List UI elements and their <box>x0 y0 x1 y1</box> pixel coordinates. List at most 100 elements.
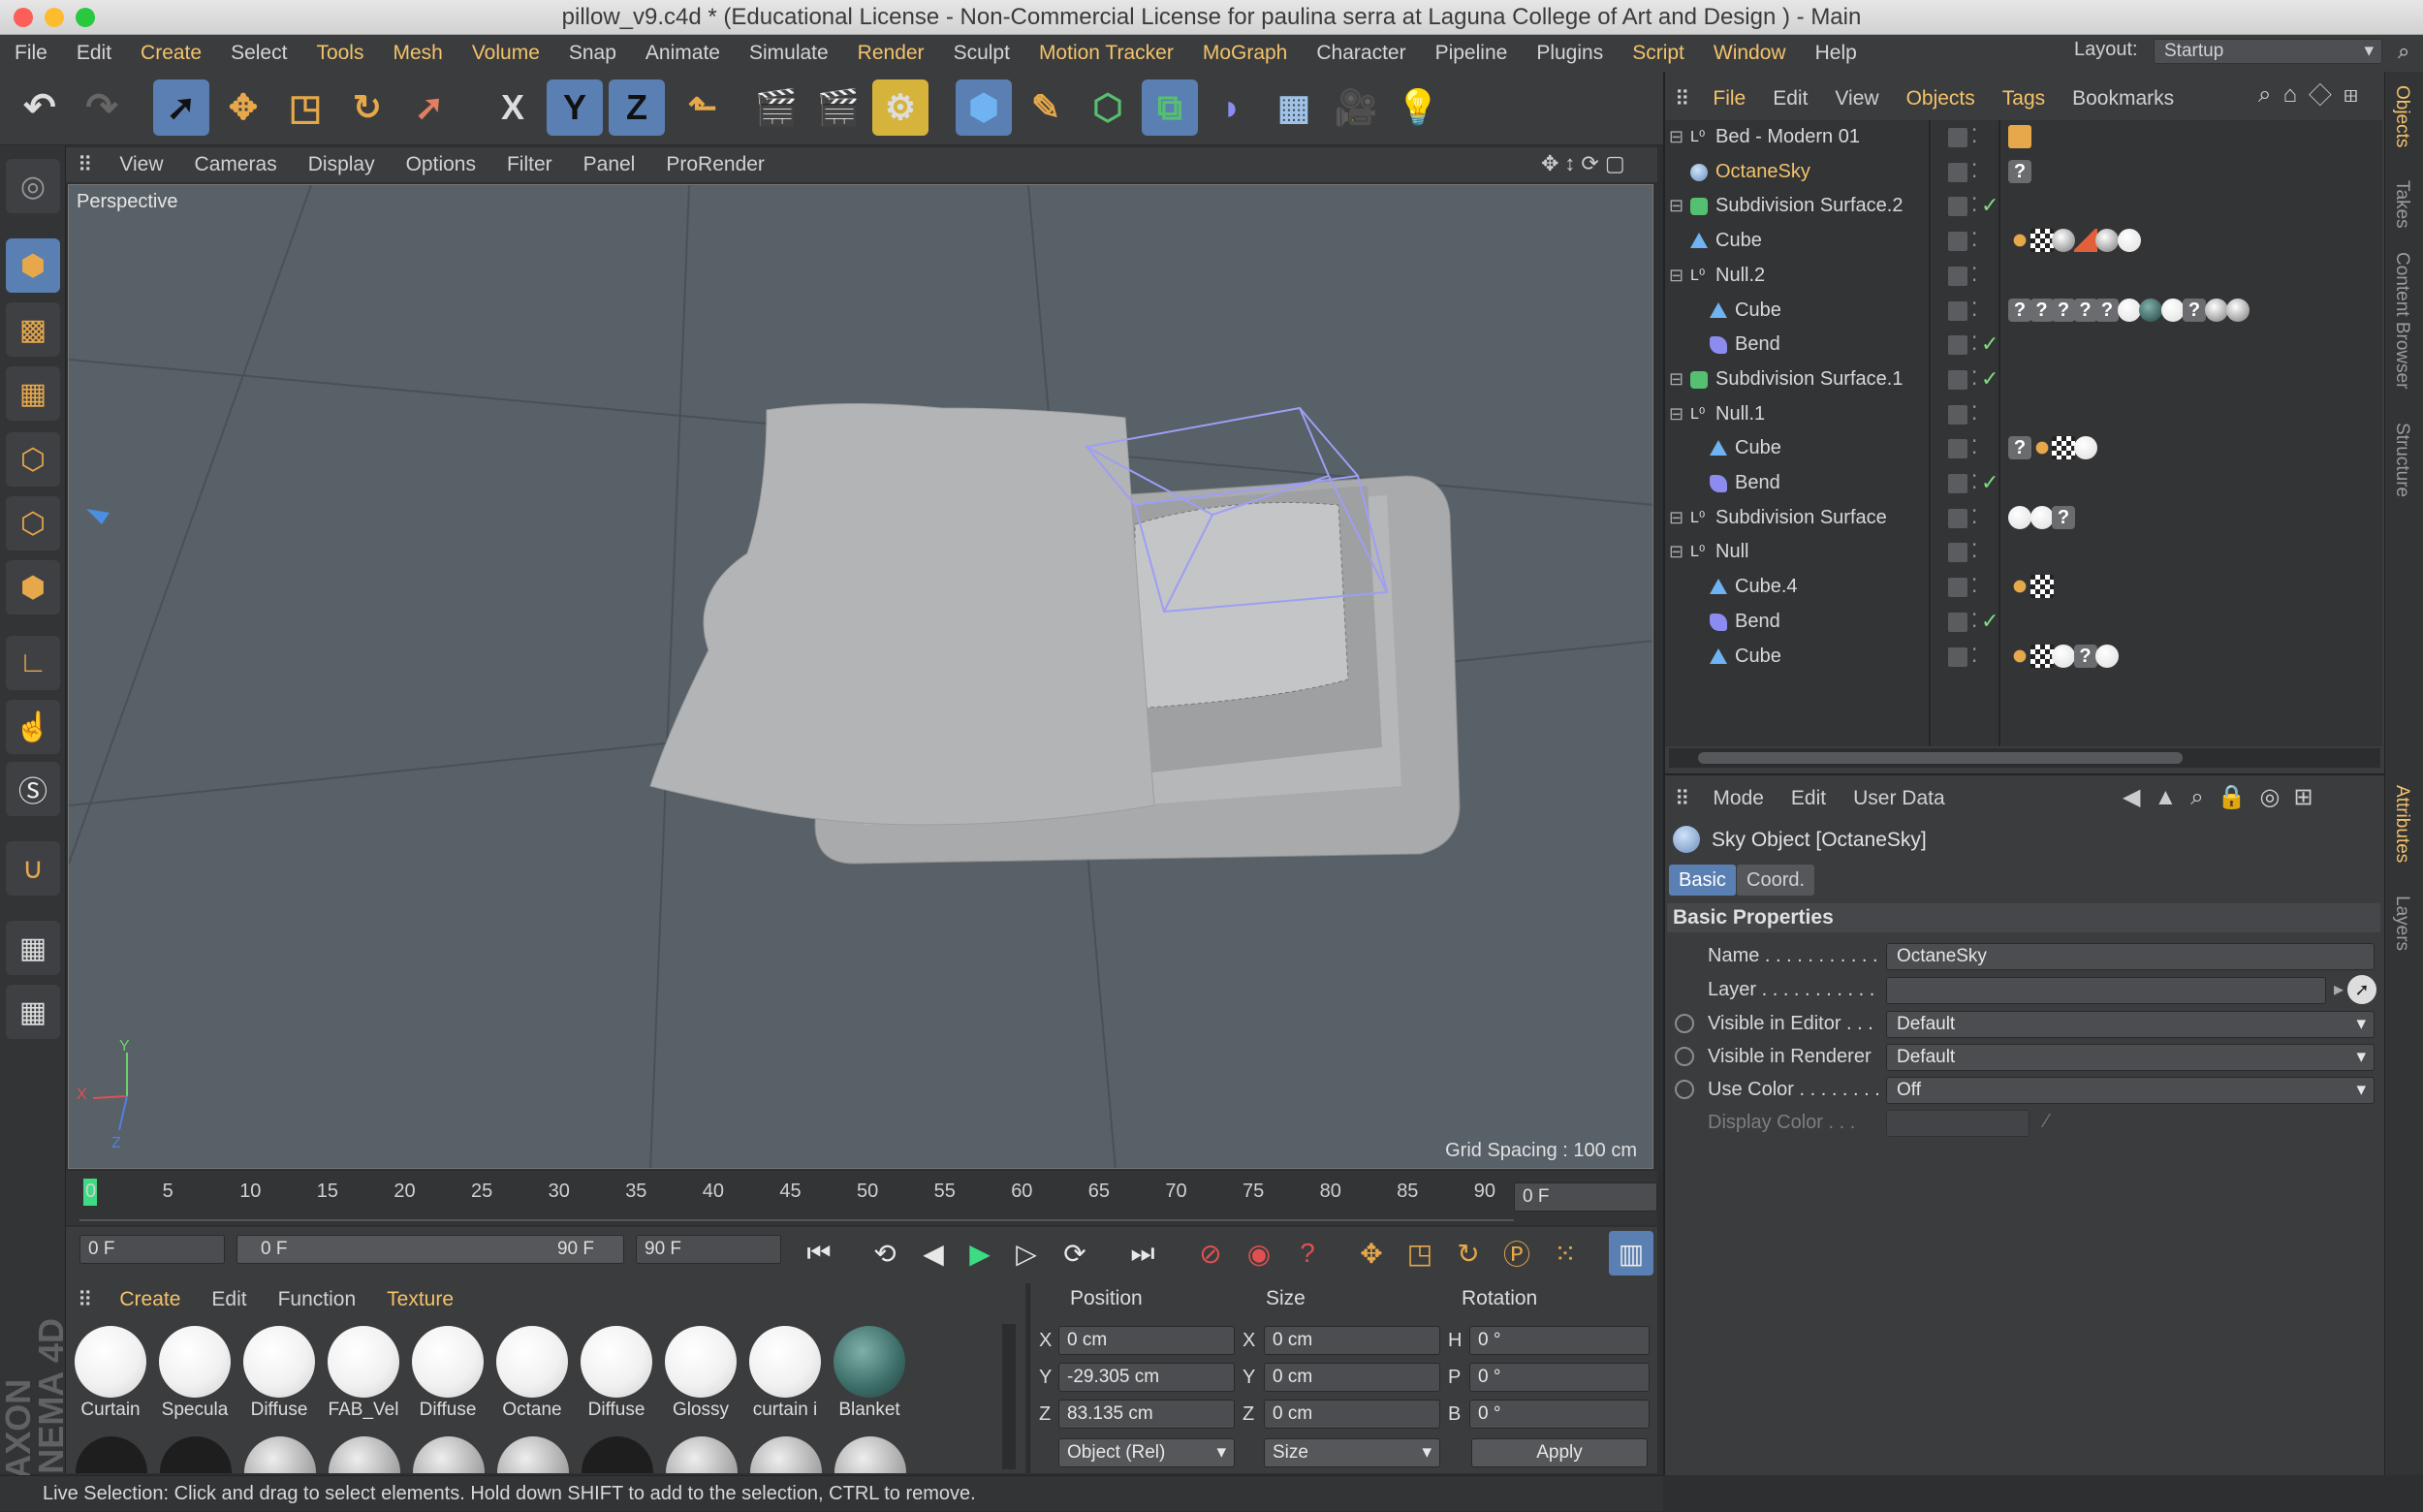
phong-tag-icon[interactable] <box>2008 644 2031 668</box>
selection-tag-icon[interactable] <box>2073 229 2097 253</box>
menu-simulate[interactable]: Simulate <box>735 42 843 65</box>
render-dots-icon[interactable]: ⁚ <box>1971 397 1977 431</box>
x-axis-lock-button[interactable]: X <box>485 79 541 136</box>
scrollbar-thumb[interactable] <box>1698 752 2183 764</box>
material-swatch[interactable]: curtain i <box>744 1326 826 1421</box>
render-picture-viewer-icon[interactable]: 🎬 <box>810 79 866 136</box>
floor-scene-icon[interactable]: ▦ <box>1266 79 1322 136</box>
object-row[interactable]: Cube ⁚? <box>1669 431 2380 465</box>
object-menu-objects[interactable]: Objects <box>1893 87 1989 110</box>
unknown-tag-icon[interactable]: ? <box>2052 505 2075 529</box>
render-dots-icon[interactable]: ⁚ <box>1971 259 1977 293</box>
make-editable-icon[interactable]: ◎ <box>6 159 60 213</box>
object-row[interactable]: Cube ⁚?????? <box>1669 294 2380 328</box>
material-tag-icon[interactable] <box>2095 644 2119 668</box>
object-list-scrollbar[interactable] <box>1669 748 2380 768</box>
material-menu-texture[interactable]: Texture <box>371 1288 469 1311</box>
workplane-icon[interactable]: ▦ <box>6 366 60 421</box>
visibility-toggle[interactable] <box>1948 474 1967 493</box>
material-swatch[interactable]: Diffuse <box>576 1326 657 1421</box>
menu-motion-tracker[interactable]: Motion Tracker <box>1024 42 1188 65</box>
light-icon[interactable]: 💡 <box>1390 79 1446 136</box>
edges-mode-icon[interactable]: ⬡ <box>6 496 60 551</box>
material-tag-icon[interactable] <box>2160 298 2185 322</box>
material-swatch[interactable]: Glossy <box>660 1326 741 1421</box>
snap-magnet-icon[interactable]: ∪ <box>6 841 60 896</box>
tab-coord[interactable]: Coord. <box>1737 865 1815 896</box>
material-tag-icon[interactable] <box>2139 298 2162 322</box>
menu-pipeline[interactable]: Pipeline <box>1421 42 1523 65</box>
use-color-radio[interactable] <box>1675 1080 1694 1099</box>
enabled-check-icon[interactable]: ✓ <box>1981 362 1998 395</box>
menu-file[interactable]: File <box>0 42 62 65</box>
object-row[interactable]: ⊟ L⁰ Null.2 ⁚ <box>1669 259 2380 293</box>
xpresso-tag-icon[interactable] <box>2008 125 2031 148</box>
object-menu-view[interactable]: View <box>1821 87 1892 110</box>
phong-tag-icon[interactable] <box>2008 229 2031 253</box>
render-settings-icon[interactable]: ⚙ <box>872 79 928 136</box>
expand-icon[interactable]: ⊟ <box>1669 397 1684 431</box>
material-tag-icon[interactable] <box>2073 436 2097 460</box>
visibility-toggle[interactable] <box>1948 335 1967 356</box>
enabled-check-icon[interactable]: ✓ <box>1981 327 1998 361</box>
key-scale-icon[interactable]: ◳ <box>1398 1231 1442 1276</box>
keyframe-selection-icon[interactable]: ? <box>1285 1231 1330 1276</box>
pick-cursor-icon[interactable]: ➚ <box>2347 975 2376 1004</box>
tab-basic[interactable]: Basic <box>1669 865 1736 896</box>
size-x-field[interactable]: 0 cm <box>1264 1326 1440 1355</box>
cloner-icon[interactable]: ⧉ <box>1142 79 1198 136</box>
render-dots-icon[interactable]: ⁚ <box>1971 466 1977 500</box>
perspective-viewport[interactable]: Perspective Y X Z Grid Spacing : 100 cm <box>68 184 1653 1169</box>
menu-mograph[interactable]: MoGraph <box>1188 42 1303 65</box>
visibility-toggle[interactable] <box>1948 612 1967 632</box>
object-menu-tags[interactable]: Tags <box>1989 87 2059 110</box>
scale-icon[interactable]: ◳ <box>277 79 333 136</box>
material-swatch[interactable]: Blanket <box>829 1326 910 1421</box>
attribute-menu-edit[interactable]: Edit <box>1778 787 1840 810</box>
visible-in-renderer-select[interactable]: Default ▾ <box>1886 1044 2375 1071</box>
recent-tools-icon[interactable]: ➚ <box>401 79 457 136</box>
viewport-menu-panel[interactable]: Panel <box>568 153 651 176</box>
expand-icon[interactable]: ⊟ <box>1669 259 1684 293</box>
expand-icon[interactable]: ⊟ <box>1669 501 1684 535</box>
unknown-tag-icon[interactable]: ? <box>2008 159 2031 183</box>
size-y-field[interactable]: 0 cm <box>1264 1363 1440 1392</box>
material-tag-icon[interactable] <box>2117 298 2141 322</box>
menu-window[interactable]: Window <box>1699 42 1801 65</box>
visibility-toggle[interactable] <box>1948 266 1967 286</box>
attribute-menu-mode[interactable]: Mode <box>1699 787 1778 810</box>
rotation-b-field[interactable]: 0 ° <box>1469 1400 1650 1429</box>
use-color-select[interactable]: Off ▾ <box>1886 1077 2375 1104</box>
menu-character[interactable]: Character <box>1302 42 1420 65</box>
eyedropper-icon[interactable]: ⁄ <box>2045 1111 2048 1133</box>
pen-spline-icon[interactable]: ✎ <box>1018 79 1074 136</box>
current-frame-field[interactable]: 0 F <box>1514 1182 1657 1212</box>
undo-icon[interactable]: ↶ <box>12 79 68 136</box>
live-selection-icon[interactable]: ➚ <box>153 79 209 136</box>
render-dots-icon[interactable]: ⁚ <box>1971 501 1977 535</box>
object-row[interactable]: Cube ⁚? <box>1669 640 2380 674</box>
unknown-tag-icon[interactable]: ? <box>2073 298 2097 322</box>
render-dots-icon[interactable]: ⁚ <box>1971 640 1977 674</box>
name-field[interactable]: OctaneSky <box>1886 943 2375 970</box>
menu-script[interactable]: Script <box>1618 42 1699 65</box>
redo-icon[interactable]: ↷ <box>74 79 130 136</box>
layer-field[interactable] <box>1886 977 2326 1004</box>
rotation-h-field[interactable]: 0 ° <box>1469 1326 1650 1355</box>
panel-grip-icon[interactable]: ⠿ <box>1665 87 1699 111</box>
attribute-menu-user-data[interactable]: User Data <box>1840 787 1959 810</box>
unknown-tag-icon[interactable]: ? <box>2095 298 2119 322</box>
render-dots-icon[interactable]: ⁚ <box>1971 535 1977 569</box>
position-y-field[interactable]: -29.305 cm <box>1058 1363 1235 1392</box>
render-dots-icon[interactable]: ⁚ <box>1971 570 1977 604</box>
visibility-toggle[interactable] <box>1948 128 1967 147</box>
panel-grip-icon[interactable]: ⠿ <box>66 1288 104 1312</box>
render-dots-icon[interactable]: ⁚ <box>1971 605 1977 639</box>
render-dots-icon[interactable]: ⁚ <box>1971 155 1977 189</box>
material-menu-function[interactable]: Function <box>263 1288 372 1311</box>
enabled-check-icon[interactable]: ✓ <box>1981 604 1998 638</box>
menu-mesh[interactable]: Mesh <box>378 42 456 65</box>
uv-tag-icon[interactable] <box>2030 644 2054 668</box>
attribute-manager-tool-icons[interactable]: ◀▲⌕🔒◎⊞ <box>2123 783 2327 811</box>
panel-grip-icon[interactable]: ⠿ <box>66 153 104 177</box>
